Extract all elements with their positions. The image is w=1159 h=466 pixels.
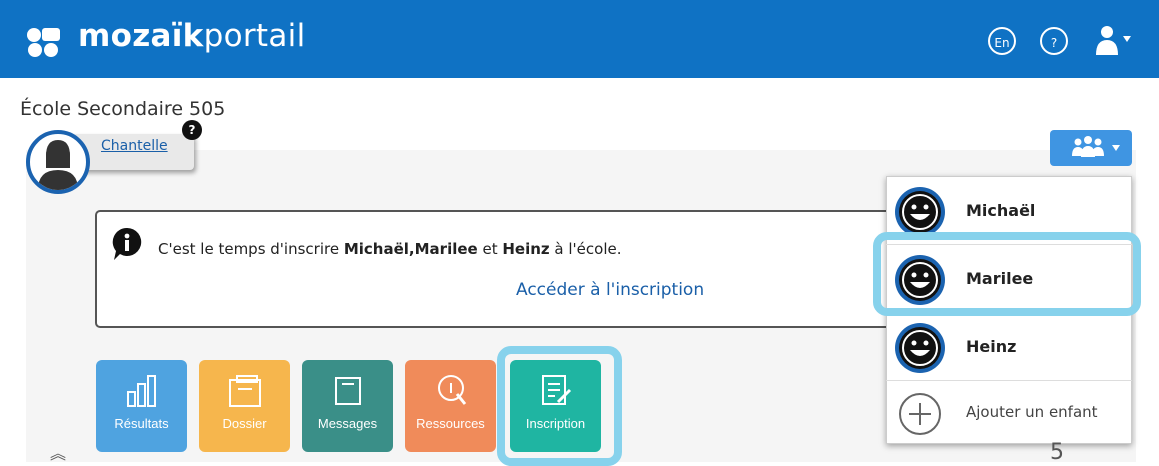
notice-mid: et bbox=[477, 240, 503, 258]
user-menu-icon[interactable] bbox=[1094, 24, 1132, 56]
tile-label-resources: Ressources bbox=[416, 416, 485, 431]
school-name: École Secondaire 505 bbox=[20, 98, 226, 120]
tile-label-results: Résultats bbox=[114, 416, 169, 431]
student-name-link[interactable]: Chantelle bbox=[101, 138, 168, 154]
app-logo-text[interactable]: mozaïkportail bbox=[78, 16, 305, 56]
bar-chart-icon bbox=[127, 375, 156, 407]
dropdown-item-add-child[interactable]: Ajouter un enfant bbox=[886, 380, 1132, 446]
resources-icon bbox=[438, 375, 467, 405]
notice-message: C'est le temps d'inscrire Michaël,Marile… bbox=[158, 240, 621, 258]
notice-prefix: C'est le temps d'inscrire bbox=[158, 240, 344, 258]
collapse-icon[interactable]: ︽ bbox=[50, 440, 66, 464]
registration-notice bbox=[95, 210, 895, 328]
student-help-badge[interactable]: ? bbox=[182, 120, 202, 140]
family-icon bbox=[1072, 136, 1120, 157]
page-counter: 5 bbox=[1050, 440, 1064, 465]
dropdown-label-heinz: Heinz bbox=[966, 337, 1017, 356]
info-icon bbox=[112, 227, 142, 260]
notice-name3: Heinz bbox=[502, 240, 550, 258]
dropdown-label-michael: Michaël bbox=[966, 201, 1036, 220]
smiley-icon bbox=[895, 323, 945, 373]
folder-icon bbox=[229, 375, 261, 407]
highlight-marilee bbox=[873, 232, 1141, 316]
help-button[interactable]: ? bbox=[1040, 27, 1068, 55]
smiley-icon bbox=[895, 187, 945, 237]
dropdown-label-add-child: Ajouter un enfant bbox=[966, 403, 1098, 421]
person-silhouette-icon bbox=[38, 140, 78, 190]
language-button[interactable]: En bbox=[988, 27, 1016, 55]
top-header: mozaïkportail En ? bbox=[0, 0, 1159, 78]
tile-label-messages: Messages bbox=[317, 416, 378, 431]
highlight-inscription bbox=[497, 346, 622, 466]
notice-names: Michaël,Marilee bbox=[343, 240, 478, 258]
logo-light: portail bbox=[203, 18, 306, 54]
dropdown-item-heinz[interactable]: Heinz bbox=[886, 314, 1132, 380]
plus-circle-icon bbox=[899, 393, 941, 435]
tile-messages[interactable]: Messages bbox=[302, 360, 393, 452]
tile-results[interactable]: Résultats bbox=[96, 360, 187, 452]
student-avatar[interactable] bbox=[26, 130, 90, 194]
tile-label-dossier: Dossier bbox=[222, 416, 267, 431]
registration-link[interactable]: Accéder à l'inscription bbox=[516, 280, 704, 300]
family-selector-button[interactable] bbox=[1050, 130, 1132, 166]
tile-dossier[interactable]: Dossier bbox=[199, 360, 290, 452]
mozaik-logo-icon bbox=[27, 28, 60, 57]
logo-bold: mozaïk bbox=[78, 18, 204, 54]
tile-resources[interactable]: Ressources bbox=[405, 360, 496, 452]
message-note-icon bbox=[335, 377, 361, 405]
notice-suffix: à l'école. bbox=[549, 240, 622, 258]
